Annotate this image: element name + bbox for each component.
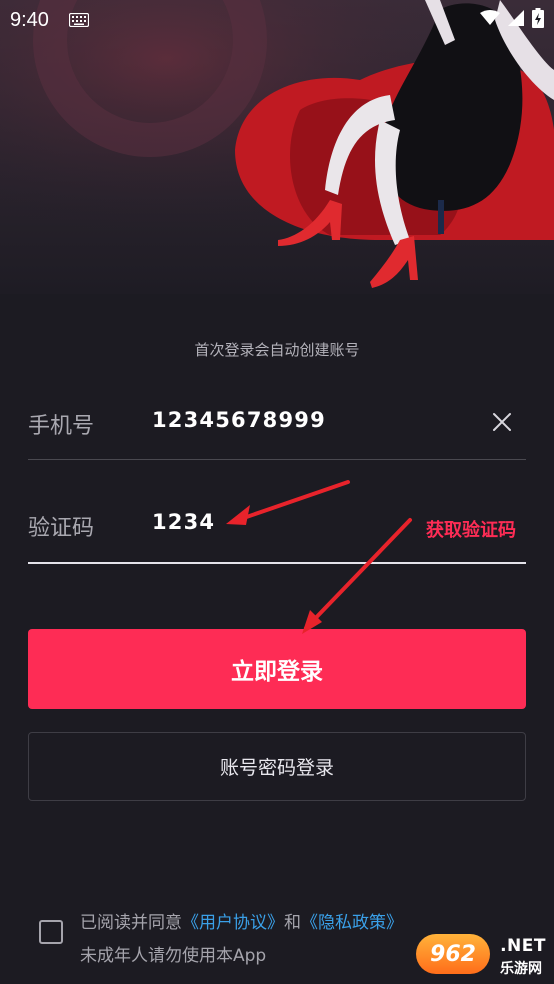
watermark-domain: .NET bbox=[500, 936, 546, 956]
agreement-text: 已阅读并同意《用户协议》和《隐私政策》 bbox=[80, 908, 403, 933]
watermark-logo: 962 .NET 乐游网 bbox=[412, 930, 552, 980]
auto-register-hint: 首次登录会自动创建账号 bbox=[194, 341, 360, 359]
get-code-button[interactable]: 获取验证码 bbox=[426, 516, 516, 542]
status-icons bbox=[480, 8, 544, 32]
login-button[interactable]: 立即登录 bbox=[28, 629, 526, 709]
phone-input[interactable]: 12345678999 bbox=[152, 408, 326, 432]
watermark-badge: 962 bbox=[416, 934, 490, 974]
login-screen: 9:40 首次登录会自动创建账号 手机号 12345678999 验证码 123… bbox=[0, 0, 554, 984]
keyboard-icon bbox=[68, 13, 89, 27]
agreement-and: 和 bbox=[284, 913, 301, 933]
wifi-icon bbox=[480, 10, 500, 30]
password-login-button[interactable]: 账号密码登录 bbox=[28, 732, 526, 801]
watermark-badge-text: 962 bbox=[430, 941, 476, 967]
close-icon[interactable] bbox=[490, 410, 514, 434]
status-time: 9:40 bbox=[10, 8, 49, 31]
privacy-policy-link[interactable]: 《隐私政策》 bbox=[301, 913, 403, 933]
hero-illustration bbox=[0, 0, 554, 294]
watermark-name: 乐游网 bbox=[500, 961, 542, 977]
phone-label: 手机号 bbox=[28, 414, 95, 439]
verification-code-label: 验证码 bbox=[28, 516, 95, 541]
minor-notice: 未成年人请勿使用本App bbox=[80, 946, 267, 966]
user-agreement-link[interactable]: 《用户协议》 bbox=[182, 913, 284, 933]
signal-icon bbox=[508, 10, 524, 30]
agreement-prefix: 已阅读并同意 bbox=[80, 913, 182, 933]
phone-field[interactable]: 手机号 12345678999 bbox=[28, 370, 526, 460]
agreement-checkbox[interactable] bbox=[39, 920, 63, 944]
status-bar: 9:40 bbox=[0, 0, 554, 40]
battery-charging-icon bbox=[532, 8, 544, 32]
verification-code-input[interactable]: 1234 bbox=[152, 510, 215, 534]
verification-code-field[interactable]: 验证码 1234 获取验证码 bbox=[28, 474, 526, 564]
